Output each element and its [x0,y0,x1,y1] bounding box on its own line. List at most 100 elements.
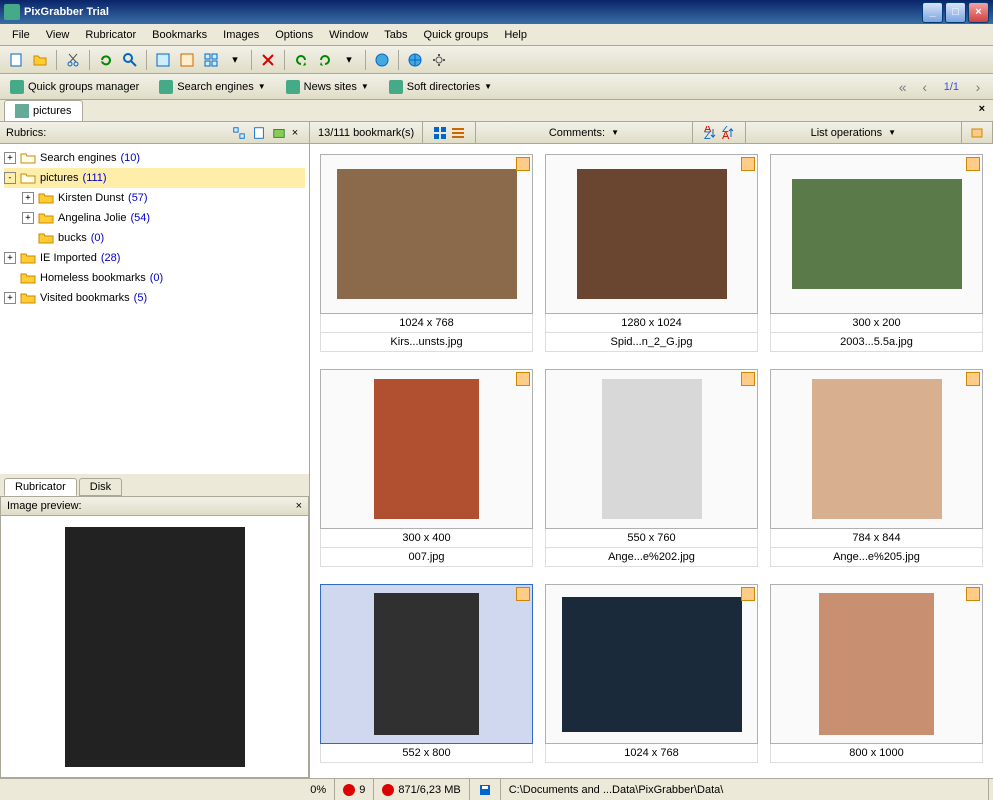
quick-group-search-engines[interactable]: Search engines▼ [153,78,271,96]
menu-images[interactable]: Images [215,27,267,43]
rubrics-tool1-icon[interactable] [231,125,247,141]
tab-close-button[interactable]: × [979,103,985,115]
menu-view[interactable]: View [38,27,78,43]
thumbnail-frame[interactable] [545,154,758,314]
menu-bookmarks[interactable]: Bookmarks [144,27,215,43]
comments-dropdown[interactable]: Comments:▼ [476,122,692,143]
nav-first-button[interactable]: « [892,76,914,98]
thumbnail-item[interactable]: 300 x 400007.jpg [320,369,533,572]
tool-back-icon[interactable] [290,49,312,71]
sort-desc-icon[interactable]: ZA [721,126,735,140]
app-icon [4,4,20,20]
tool-dropdown2-icon[interactable]: ▾ [338,49,360,71]
menu-help[interactable]: Help [496,27,535,43]
manager-label: Quick groups manager [28,81,139,93]
tool-refresh-icon[interactable] [95,49,117,71]
rubrics-tool3-icon[interactable] [271,125,287,141]
thumbnail-item[interactable]: 1024 x 768 [545,584,758,768]
thumbnail-frame[interactable] [320,369,533,529]
content-area: 13/111 bookmark(s) Comments:▼ AZ ZA List… [310,122,993,778]
bookmark-badge-icon [741,587,755,601]
menu-file[interactable]: File [4,27,38,43]
thumbnail-frame[interactable] [545,584,758,744]
nav-prev-button[interactable]: ‹ [914,76,936,98]
tool-open-icon[interactable] [29,49,51,71]
thumbnail-item[interactable]: 1280 x 1024Spid...n_2_G.jpg [545,154,758,357]
tool-delete-icon[interactable] [257,49,279,71]
tool-web-icon[interactable] [371,49,393,71]
rubrics-tool2-icon[interactable] [251,125,267,141]
status-save-icon[interactable] [470,779,501,800]
tab-disk[interactable]: Disk [79,478,122,496]
tool-forward-icon[interactable] [314,49,336,71]
tree-node-bucks[interactable]: bucks(0) [4,228,305,248]
expander-icon[interactable]: + [4,252,16,264]
menu-options[interactable]: Options [267,27,321,43]
tool-globe-icon[interactable] [404,49,426,71]
expander-icon[interactable]: + [22,212,34,224]
tree-node-ie-imported[interactable]: +IE Imported(28) [4,248,305,268]
tool-search-icon[interactable] [119,49,141,71]
expander-icon[interactable] [22,232,34,244]
tool-mark-icon[interactable] [152,49,174,71]
quick-group-soft-directories[interactable]: Soft directories▼ [383,78,498,96]
thumbnail-frame[interactable] [545,369,758,529]
thumbnail-item[interactable]: 552 x 800 [320,584,533,768]
thumbnail-frame[interactable] [770,154,983,314]
thumbnail-frame[interactable] [320,154,533,314]
menu-rubricator[interactable]: Rubricator [77,27,144,43]
nav-next-button[interactable]: › [967,76,989,98]
preview-close-icon[interactable]: × [296,500,302,512]
tree-node-angelina-jolie[interactable]: +Angelina Jolie(54) [4,208,305,228]
expander-icon[interactable] [4,272,16,284]
thumbnail-frame[interactable] [770,369,983,529]
rubrics-close-icon[interactable]: × [287,125,303,141]
comments-label: Comments: [549,127,605,139]
quick-group-news-sites[interactable]: News sites▼ [280,78,375,96]
tree-node-homeless-bookmarks[interactable]: Homeless bookmarks(0) [4,268,305,288]
tree-node-search-engines[interactable]: +Search engines(10) [4,148,305,168]
thumbnail-frame[interactable] [320,584,533,744]
tool-dropdown-icon[interactable]: ▾ [224,49,246,71]
expander-icon[interactable]: + [4,152,16,164]
tree-label: bucks [58,232,87,244]
sort-asc-icon[interactable]: AZ [703,126,717,140]
thumbnail-item[interactable]: 784 x 844Ange...e%205.jpg [770,369,983,572]
thumbnail-frame[interactable] [770,584,983,744]
thumbnail-item[interactable]: 800 x 1000 [770,584,983,768]
quick-groups-manager-button[interactable]: Quick groups manager [4,78,145,96]
menu-quick-groups[interactable]: Quick groups [416,27,497,43]
menu-tabs[interactable]: Tabs [376,27,415,43]
view-list-icon[interactable] [451,126,465,140]
thumbnail-grid[interactable]: 1024 x 768Kirs...unsts.jpg1280 x 1024Spi… [310,144,993,778]
tree-node-pictures[interactable]: -pictures(111) [4,168,305,188]
thumbnail-item[interactable]: 550 x 760Ange...e%202.jpg [545,369,758,572]
expander-icon[interactable]: - [4,172,16,184]
minimize-button[interactable]: _ [922,2,943,23]
tool-new-icon[interactable] [5,49,27,71]
tool-settings-icon[interactable] [428,49,450,71]
maximize-button[interactable]: □ [945,2,966,23]
expander-icon[interactable]: + [4,292,16,304]
list-operations-dropdown[interactable]: List operations▼ [746,122,962,143]
tool-tile-icon[interactable] [200,49,222,71]
thumbnail-item[interactable]: 1024 x 768Kirs...unsts.jpg [320,154,533,357]
chevron-down-icon: ▼ [258,82,266,91]
tree-label: pictures [40,172,79,184]
document-tab-pictures[interactable]: pictures [4,100,83,121]
expander-icon[interactable]: + [22,192,34,204]
tab-rubricator[interactable]: Rubricator [4,478,77,496]
content-tool-icon[interactable] [962,122,993,143]
menu-window[interactable]: Window [321,27,376,43]
tree-node-visited-bookmarks[interactable]: +Visited bookmarks(5) [4,288,305,308]
bookmark-count-label: 13/111 bookmark(s) [318,127,414,139]
view-thumbs-icon[interactable] [433,126,447,140]
close-button[interactable]: × [968,2,989,23]
stop-icon [382,784,394,796]
thumbnail-item[interactable]: 300 x 2002003...5.5a.jpg [770,154,983,357]
rubrics-tree[interactable]: +Search engines(10)-pictures(111)+Kirste… [0,144,309,474]
tool-unmark-icon[interactable] [176,49,198,71]
tree-node-kirsten-dunst[interactable]: +Kirsten Dunst(57) [4,188,305,208]
titlebar[interactable]: PixGrabber Trial _ □ × [0,0,993,24]
tool-cut-icon[interactable] [62,49,84,71]
